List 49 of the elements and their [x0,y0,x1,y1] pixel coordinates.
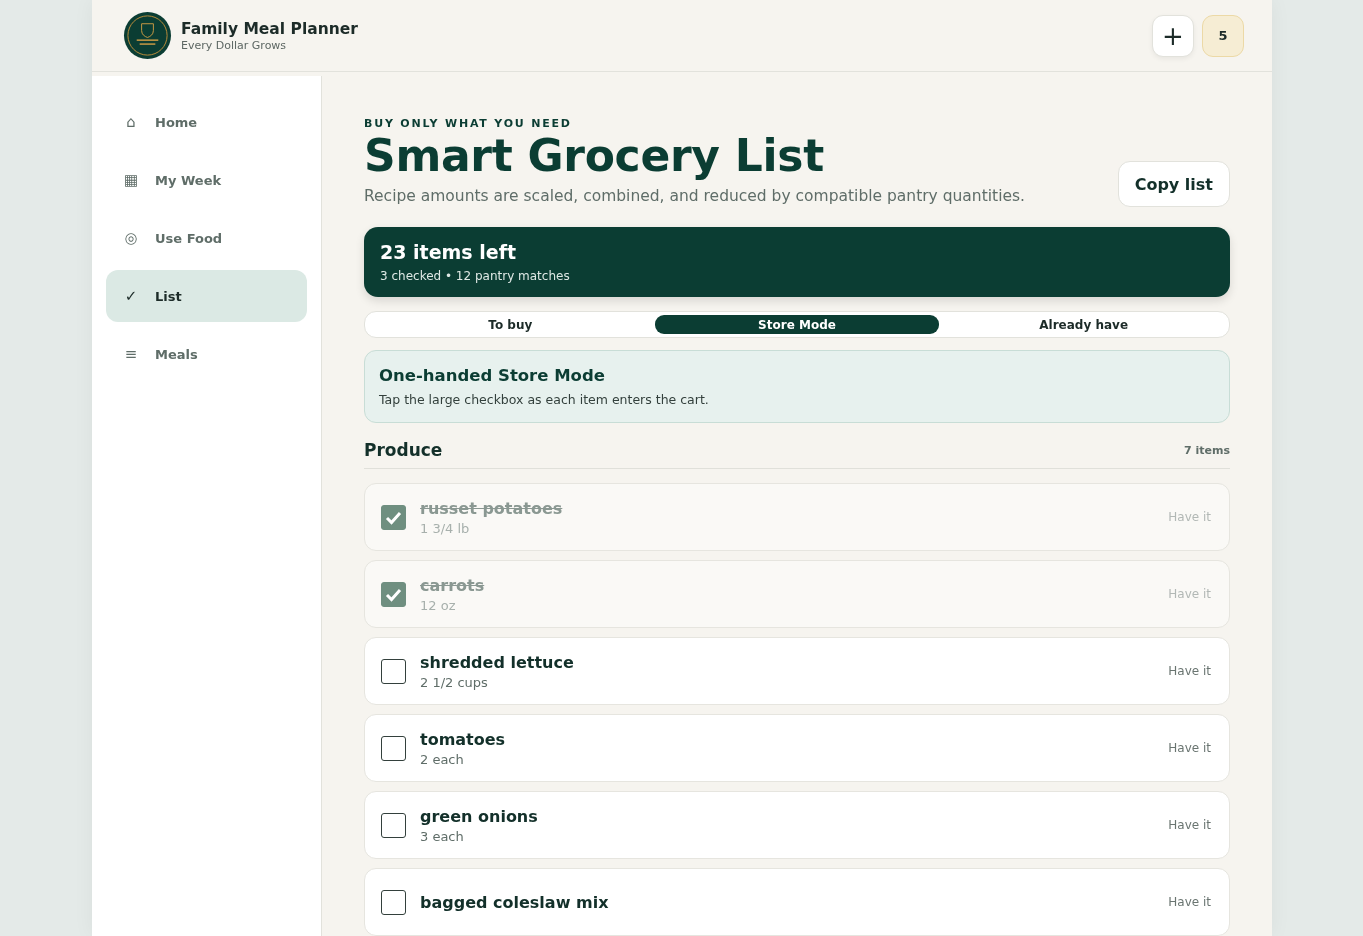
logo-icon [123,11,172,60]
tab[interactable]: Already have [941,315,1226,334]
tab[interactable]: Store Mode [654,315,940,334]
count-badge[interactable]: 5 [1202,14,1244,57]
have-it-button[interactable]: Have it [1168,818,1211,832]
item-count: 7 items [1184,443,1230,457]
item-name: russet potatoes [420,498,564,518]
sidebar-item[interactable]: ▦ My Week [106,154,307,206]
item-name: tomatoes [420,729,507,749]
nav-icon: ⌂ [123,113,139,131]
section-title: Produce [364,440,443,460]
nav-icon: ✓ [123,287,139,305]
item-amount: 1 3/4 lb [420,520,471,536]
tab[interactable]: To buy [368,315,653,334]
nav-icon: ◎ [123,229,139,247]
eyebrow-text: BUY ONLY WHAT YOU NEED [364,117,573,130]
have-it-button[interactable]: Have it [1168,895,1211,909]
summary-detail: 3 checked • 12 pantry matches [380,269,571,284]
copy-list-button[interactable]: Copy list [1117,161,1230,208]
item-amount: 2 1/2 cups [420,674,489,690]
item-name: shredded lettuce [420,652,575,672]
add-button[interactable]: + [1152,14,1194,57]
item-name: green onions [420,806,539,826]
checkbox[interactable] [381,504,406,530]
item-amount: 3 each [420,828,465,844]
item-name: bagged coleslaw mix [420,892,610,912]
sidebar-item[interactable]: ◎ Use Food [106,212,307,264]
have-it-button[interactable]: Have it [1168,664,1211,678]
notice-text: Tap the large checkbox as each item enters the cart. [379,392,710,407]
nav-icon: ≡ [123,345,139,363]
checkbox[interactable] [381,812,406,838]
nav-icon: ▦ [123,171,139,189]
item-amount: 2 each [420,751,465,767]
app-subtitle: Every Dollar Grows [181,38,288,52]
sidebar-item[interactable]: ✓ List [106,270,307,322]
checkbox[interactable] [381,581,406,607]
page-title: Smart Grocery List [364,133,825,180]
checkbox[interactable] [381,735,406,761]
item-amount: 12 oz [420,597,457,613]
have-it-button[interactable]: Have it [1168,741,1211,755]
checkbox[interactable] [381,889,406,915]
sidebar-item[interactable]: ≡ Meals [106,328,307,380]
checkbox[interactable] [381,658,406,684]
app-title: Family Meal Planner [181,19,358,38]
page-subtitle: Recipe amounts are scaled, combined, and reduced by compatible pantry quantities. [364,187,1025,206]
summary-title: 23 items left [380,241,517,264]
item-name: carrots [420,575,486,595]
notice-title: One-handed Store Mode [379,366,606,385]
sidebar-item[interactable]: ⌂ Home [106,96,307,148]
